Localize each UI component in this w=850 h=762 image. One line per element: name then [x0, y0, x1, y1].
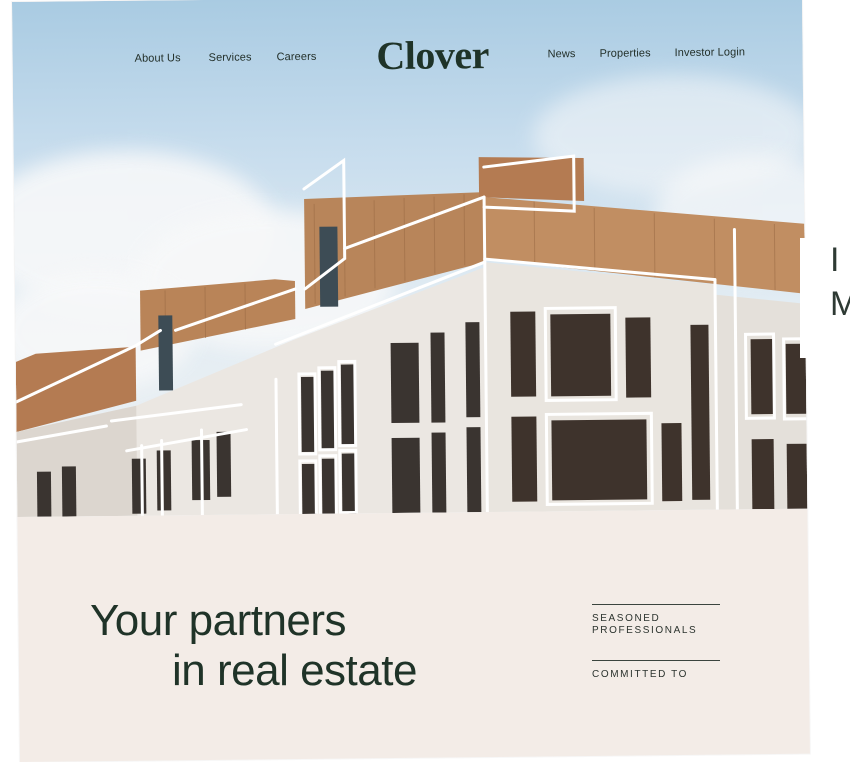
- peek-letter-2: M: [830, 282, 850, 326]
- nav-link-careers[interactable]: Careers: [277, 51, 317, 63]
- adjacent-page-fragment: I M: [800, 238, 850, 358]
- nav-link-news[interactable]: News: [548, 48, 576, 60]
- nav-link-services[interactable]: Services: [209, 51, 252, 63]
- nav-link-investor-login[interactable]: Investor Login: [675, 46, 746, 59]
- hero-image: About Us Services Careers Clover News Pr…: [12, 0, 807, 517]
- feature-committed-to: COMMITTED TO: [592, 660, 720, 681]
- clover-logo[interactable]: Clover: [362, 31, 502, 80]
- headline-line-1: Your partners: [90, 596, 346, 645]
- headline-line-2: in real estate: [90, 646, 530, 696]
- nav-link-properties[interactable]: Properties: [600, 47, 651, 60]
- nav-link-about-us[interactable]: About Us: [135, 52, 181, 64]
- top-navigation: About Us Services Careers Clover News Pr…: [12, 28, 802, 86]
- peek-letter-1: I: [830, 238, 850, 282]
- hero-headline: Your partners in real estate: [90, 596, 530, 696]
- feature-seasoned-professionals: SEASONED PROFESSIONALS: [592, 604, 720, 637]
